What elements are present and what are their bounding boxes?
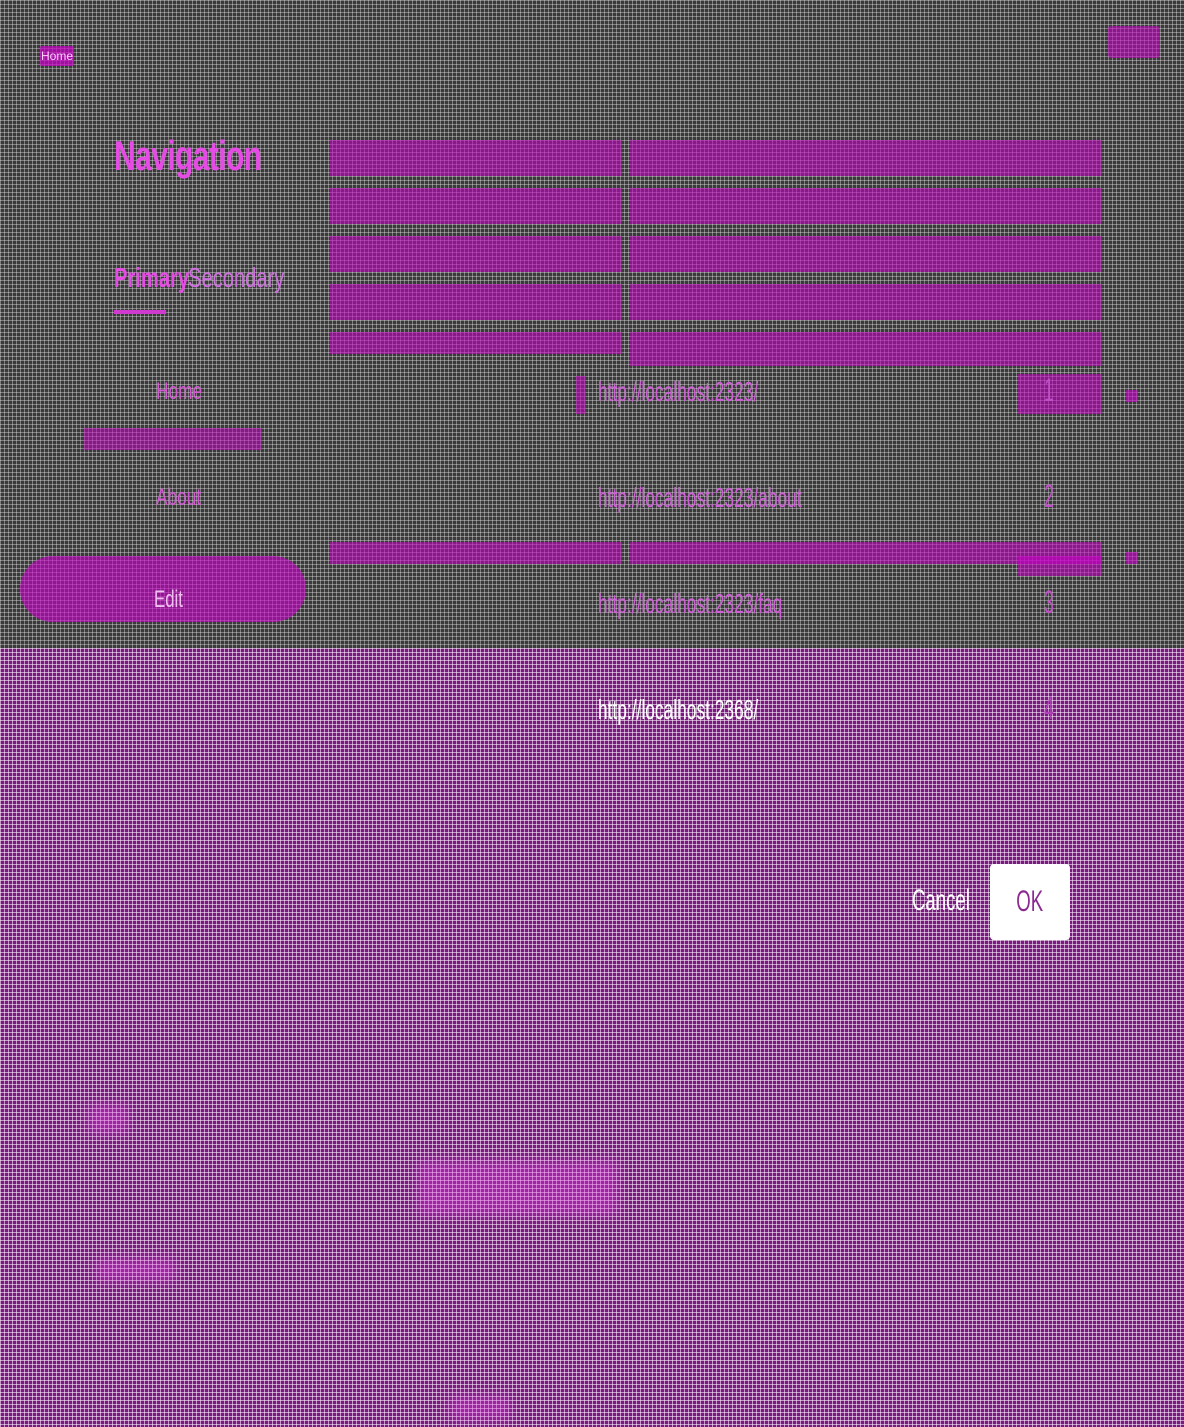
link-number: 3 bbox=[1044, 584, 1054, 620]
page-title: Navigation bbox=[114, 132, 262, 179]
table-cell bbox=[576, 376, 586, 414]
table-cell bbox=[330, 140, 622, 176]
table-cell bbox=[1018, 556, 1102, 576]
row-marker bbox=[1126, 390, 1138, 402]
link-number: 4 bbox=[1044, 690, 1054, 726]
table-cell bbox=[630, 140, 1102, 176]
home-badge[interactable]: Home bbox=[40, 46, 74, 66]
link-number: 1 bbox=[1044, 372, 1054, 408]
ok-button-label: OK bbox=[1016, 885, 1044, 918]
link-url[interactable]: http://localhost:2323/faq bbox=[598, 588, 782, 620]
table-cell bbox=[330, 332, 622, 354]
table-cell bbox=[630, 188, 1102, 224]
table-cell bbox=[330, 542, 622, 564]
row-marker bbox=[1126, 552, 1138, 564]
table-cell bbox=[330, 236, 622, 272]
link-url[interactable]: http://localhost:2323/ bbox=[598, 376, 758, 408]
table-cell bbox=[630, 332, 1102, 366]
nav-item-label-about: About bbox=[156, 484, 202, 511]
cancel-button[interactable]: Cancel bbox=[912, 884, 970, 918]
tab-secondary[interactable]: Secondary bbox=[188, 262, 284, 294]
tab-primary[interactable]: Primary bbox=[114, 262, 189, 294]
ok-button[interactable]: OK bbox=[990, 864, 1070, 940]
link-number: 2 bbox=[1044, 478, 1054, 514]
link-url[interactable]: http://localhost:2323/about bbox=[598, 482, 802, 514]
active-tab-indicator bbox=[114, 310, 166, 314]
nav-item-label-home: Home bbox=[156, 378, 203, 405]
nav-item-input-home[interactable] bbox=[84, 428, 262, 450]
link-url[interactable]: http://localhost:2368/ bbox=[598, 694, 758, 726]
menu-button[interactable] bbox=[1108, 26, 1160, 58]
background-blur bbox=[418, 1160, 618, 1216]
tab-bar: Primary Secondary bbox=[114, 262, 288, 294]
table-cell bbox=[1018, 374, 1102, 414]
edit-button-label: Edit bbox=[154, 586, 183, 613]
table-cell bbox=[630, 236, 1102, 272]
background-blur bbox=[88, 1104, 128, 1134]
background-blur bbox=[96, 1258, 176, 1282]
table-cell bbox=[630, 284, 1102, 320]
table-cell bbox=[330, 188, 622, 224]
table-cell bbox=[330, 284, 622, 320]
background-blur bbox=[450, 1396, 510, 1420]
